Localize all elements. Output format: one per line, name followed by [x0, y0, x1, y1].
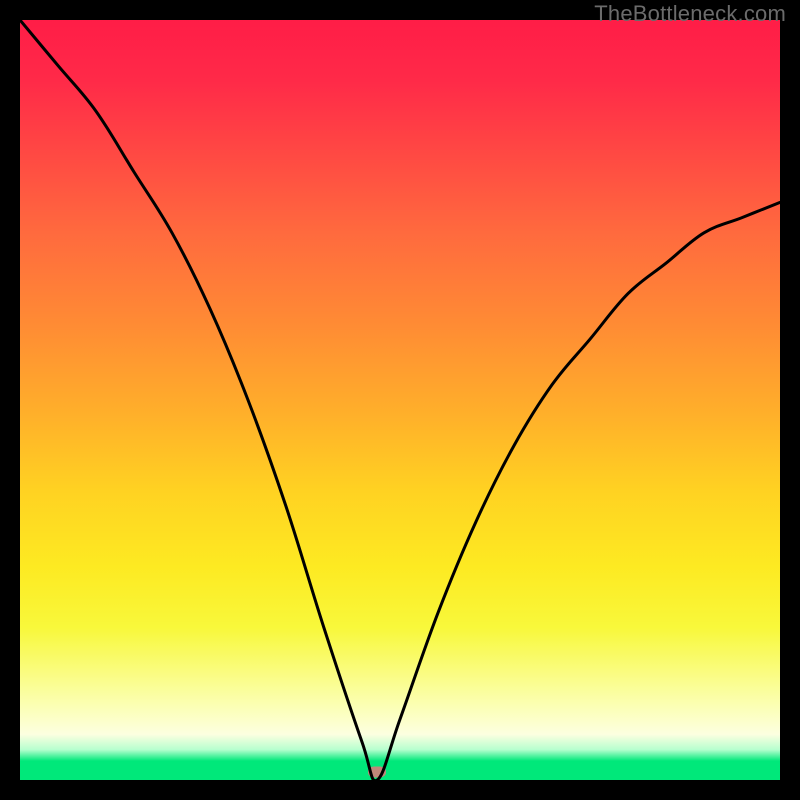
curve-path [20, 20, 780, 780]
bottleneck-curve [20, 20, 780, 780]
watermark-text: TheBottleneck.com [594, 1, 786, 27]
plot-area [20, 20, 780, 780]
chart-frame: TheBottleneck.com [0, 0, 800, 800]
